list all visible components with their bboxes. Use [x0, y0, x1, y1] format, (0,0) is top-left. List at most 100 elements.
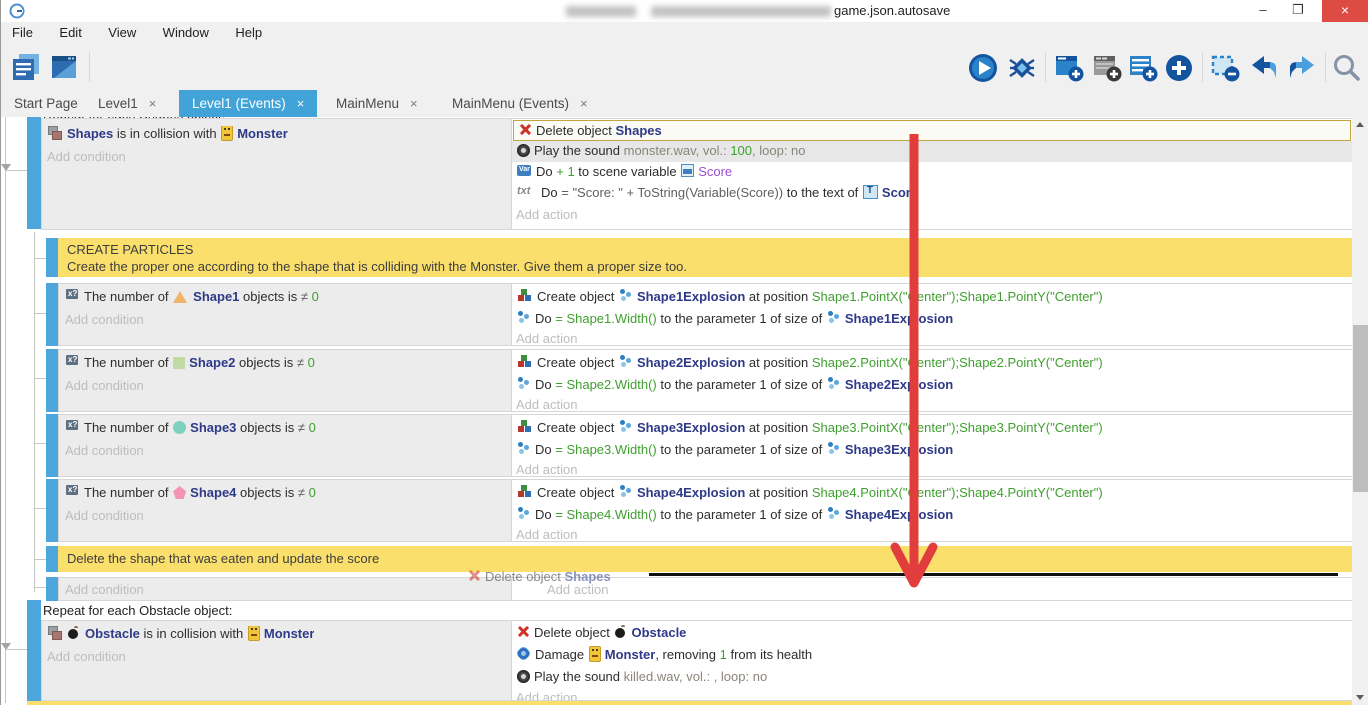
action-row[interactable]: Do = "Score: " + ToString(Variable(Score…: [512, 183, 1353, 204]
tab-label: MainMenu: [336, 96, 399, 111]
add-condition-button[interactable]: Add condition: [65, 378, 144, 393]
event-selection-bar[interactable]: [46, 349, 58, 412]
close-tab-icon[interactable]: ×: [410, 96, 418, 111]
redo-icon[interactable]: [1286, 52, 1318, 84]
scroll-up-icon[interactable]: [1356, 122, 1364, 127]
action-row[interactable]: Create object Shape2Explosion at positio…: [512, 353, 1353, 374]
add-action-button[interactable]: Add action: [516, 331, 577, 345]
search-icon[interactable]: [1331, 52, 1363, 84]
event-selection-bar[interactable]: [27, 117, 41, 229]
text-segment: Create object: [537, 355, 618, 370]
action-row[interactable]: Delete object Obstacle: [512, 623, 1353, 644]
main-toolbar: [1, 44, 1368, 90]
action-row[interactable]: Create object Shape1Explosion at positio…: [512, 287, 1353, 308]
condition-line[interactable]: The number of Shape2 objects is ≠ 0: [65, 355, 315, 373]
add-circle-icon[interactable]: [1163, 52, 1195, 84]
tab-mainmenu[interactable]: MainMenu ×: [323, 90, 431, 117]
event-selection-bar[interactable]: [27, 600, 41, 705]
text-segment: Shape3.PointX("Center");Shape3.PointY("C…: [812, 420, 1103, 435]
add-action-button[interactable]: Add action: [547, 582, 608, 597]
comment-block[interactable]: Delete the shape that was eaten and upda…: [58, 546, 1352, 572]
menu-file[interactable]: File: [1, 22, 44, 40]
debug-icon[interactable]: [1006, 52, 1038, 84]
project-manager-icon[interactable]: [11, 52, 41, 82]
menu-help[interactable]: Help: [224, 22, 273, 40]
delete-selection-icon[interactable]: [1209, 52, 1241, 84]
text-segment: objects is: [235, 355, 296, 370]
undo-icon[interactable]: [1248, 52, 1280, 84]
action-row[interactable]: Do = Shape4.Width() to the parameter 1 o…: [512, 505, 1353, 526]
add-comment-icon[interactable]: [1127, 52, 1159, 84]
minimize-button[interactable]: –: [1248, 0, 1278, 22]
menu-view[interactable]: View: [97, 22, 147, 40]
add-action-button[interactable]: Add action: [516, 527, 577, 541]
add-event-icon[interactable]: [1053, 52, 1085, 84]
menu-edit[interactable]: Edit: [48, 22, 92, 40]
tree-line: [34, 232, 35, 592]
text-segment: Delete object: [536, 123, 616, 138]
vertical-scrollbar[interactable]: [1352, 117, 1368, 705]
text-segment: at position: [745, 355, 812, 370]
add-condition-button[interactable]: Add condition: [65, 443, 144, 458]
menu-window[interactable]: Window: [152, 22, 220, 40]
action-row[interactable]: Do + 1 to scene variable Score: [512, 162, 1353, 183]
action-row[interactable]: Do = Shape3.Width() to the parameter 1 o…: [512, 440, 1353, 461]
text-segment: Shapes: [616, 123, 662, 138]
add-action-button[interactable]: Add action: [516, 397, 577, 411]
text-segment: Shape2Explosion: [845, 377, 953, 392]
add-condition-button[interactable]: Add condition: [47, 649, 126, 664]
tab-level1-events[interactable]: Level1 (Events) ×: [179, 90, 317, 117]
conditions-column: The number of Shape4 objects is ≠ 0 Add …: [59, 480, 512, 541]
action-row[interactable]: Play the sound monster.wav, vol.: 100, l…: [512, 141, 1353, 162]
restore-button[interactable]: ❐: [1283, 0, 1313, 22]
preview-window-icon[interactable]: [49, 52, 79, 82]
text-segment: Monster: [605, 647, 656, 662]
action-row[interactable]: Damage Monster, removing 1 from its heal…: [512, 645, 1353, 666]
add-action-button[interactable]: Add action: [516, 207, 577, 222]
text-segment: Do: [535, 311, 555, 326]
play-preview-icon[interactable]: [967, 52, 999, 84]
event-selection-bar[interactable]: [46, 283, 58, 346]
action-row[interactable]: Play the sound killed.wav, vol.: , loop:…: [512, 667, 1353, 688]
delete-icon: [519, 123, 532, 137]
add-condition-button[interactable]: Add condition: [65, 582, 144, 597]
close-tab-icon[interactable]: ×: [149, 96, 157, 111]
event-selection-bar[interactable]: [46, 414, 58, 477]
close-tab-icon[interactable]: ×: [580, 96, 588, 111]
event-repeat-header[interactable]: Repeat for each Obstacle object:: [43, 603, 232, 618]
condition-line[interactable]: Shapes is in collision with Monster: [47, 126, 288, 144]
event-selection-bar[interactable]: [46, 577, 58, 601]
close-button[interactable]: ×: [1322, 0, 1368, 22]
sub-event-block: The number of Shape3 objects is ≠ 0 Add …: [58, 414, 1352, 477]
tab-mainmenu-events[interactable]: MainMenu (Events) ×: [439, 90, 601, 117]
add-condition-button[interactable]: Add condition: [65, 312, 144, 327]
action-row[interactable]: Create object Shape3Explosion at positio…: [512, 418, 1353, 439]
comment-block[interactable]: CREATE PARTICLES Create the proper one a…: [58, 238, 1352, 277]
add-condition-button[interactable]: Add condition: [47, 149, 126, 164]
conditions-column: Add condition: [59, 578, 512, 600]
event-selection-bar[interactable]: [46, 238, 58, 277]
event-selection-bar[interactable]: [46, 479, 58, 542]
tree-tick: [34, 508, 46, 509]
condition-line[interactable]: The number of Shape4 objects is ≠ 0: [65, 485, 316, 503]
close-tab-icon[interactable]: ×: [297, 96, 305, 111]
tab-start-page[interactable]: Start Page: [1, 90, 91, 117]
action-row[interactable]: Create object Shape4Explosion at positio…: [512, 483, 1353, 504]
event-selection-bar[interactable]: [46, 546, 58, 572]
text-segment: Shape4.PointX("Center");Shape4.PointY("C…: [812, 485, 1103, 500]
action-row[interactable]: Do = Shape1.Width() to the parameter 1 o…: [512, 309, 1353, 330]
add-condition-button[interactable]: Add condition: [65, 508, 144, 523]
scrollbar-thumb[interactable]: [1353, 325, 1368, 492]
condition-line[interactable]: The number of Shape1 objects is ≠ 0: [65, 289, 319, 307]
scroll-down-icon[interactable]: [1356, 695, 1364, 700]
condition-line[interactable]: The number of Shape3 objects is ≠ 0: [65, 420, 316, 438]
condition-line[interactable]: Obstacle is in collision with Monster: [47, 626, 314, 644]
tab-level1[interactable]: Level1 ×: [85, 90, 169, 117]
add-subevent-icon[interactable]: [1091, 52, 1123, 84]
monster-icon: [248, 626, 260, 640]
add-action-button[interactable]: Add action: [516, 462, 577, 476]
comment-block[interactable]: [27, 701, 1352, 705]
add-action-button[interactable]: Add action: [516, 690, 577, 700]
action-row[interactable]: Do = Shape2.Width() to the parameter 1 o…: [512, 375, 1353, 396]
action-row-selected[interactable]: Delete object Shapes: [513, 120, 1351, 141]
